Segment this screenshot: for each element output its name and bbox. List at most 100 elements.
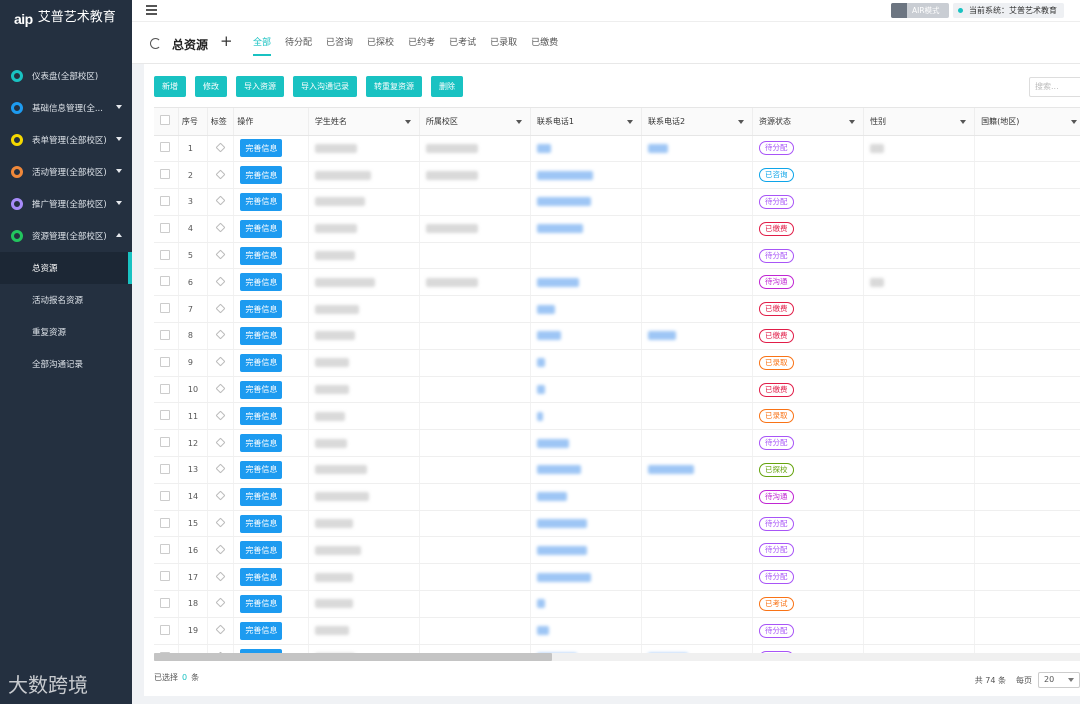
tab-0[interactable]: 全部 [246,22,278,64]
complete-info-button[interactable]: 完善信息 [240,353,283,372]
tag-icon[interactable] [215,169,226,180]
toolbar-button-3[interactable]: 导入沟通记录 [293,76,357,97]
status-badge[interactable]: 已录取 [759,409,794,424]
sidebar-item-4[interactable]: 推广管理(全部校区) [0,188,132,220]
toolbar-button-2[interactable]: 导入资源 [236,76,284,97]
column-header-8[interactable]: 性别 [863,108,976,136]
complete-info-button[interactable]: 完善信息 [240,219,283,238]
tag-icon[interactable] [215,464,226,474]
row-checkbox[interactable] [160,195,170,206]
column-header-0[interactable]: 序号 [178,108,208,136]
scrollbar-thumb[interactable] [154,653,552,661]
row-checkbox[interactable] [160,303,170,314]
status-badge[interactable]: 待分配 [759,436,794,451]
complete-info-button[interactable]: 完善信息 [240,273,283,292]
column-header-6[interactable]: 联系电话2 [641,108,754,136]
complete-info-button[interactable]: 完善信息 [240,407,283,426]
complete-info-button[interactable]: 完善信息 [240,246,283,265]
row-checkbox[interactable] [160,597,170,608]
row-checkbox[interactable] [160,142,170,153]
row-checkbox[interactable] [160,169,170,180]
tab-7[interactable]: 已缴费 [524,22,565,64]
status-badge[interactable]: 待分配 [759,623,794,638]
sidebar-item-2[interactable]: 表单管理(全部校区) [0,124,132,156]
sidebar-subitem-0[interactable]: 总资源 [0,252,132,284]
complete-info-button[interactable]: 完善信息 [240,487,283,506]
status-badge[interactable]: 已缴费 [759,221,794,236]
tab-2[interactable]: 已咨询 [319,22,360,64]
status-badge[interactable]: 待分配 [759,248,794,263]
row-checkbox[interactable] [160,222,170,233]
column-dropdown-icon[interactable] [515,120,522,124]
status-badge[interactable]: 已缴费 [759,302,794,317]
status-badge[interactable]: 已探校 [759,462,794,477]
status-badge[interactable]: 已录取 [759,355,794,370]
complete-info-button[interactable]: 完善信息 [240,139,283,158]
search-input[interactable]: 搜索... [1029,77,1080,97]
sidebar-item-0[interactable]: 仪表盘(全部校区) [0,60,132,92]
status-badge[interactable]: 已考试 [759,596,794,611]
complete-info-button[interactable]: 完善信息 [240,541,283,560]
toolbar-button-1[interactable]: 修改 [195,76,227,97]
tab-4[interactable]: 已约考 [401,22,442,64]
tab-3[interactable]: 已探校 [360,22,401,64]
tag-icon[interactable] [215,544,226,555]
column-header-5[interactable]: 联系电话1 [530,108,642,136]
tab-1[interactable]: 待分配 [278,22,319,64]
column-dropdown-icon[interactable] [738,120,745,124]
tag-icon[interactable] [215,249,226,260]
complete-info-button[interactable]: 完善信息 [240,380,283,399]
tag-icon[interactable] [215,196,226,206]
status-badge[interactable]: 待沟通 [759,275,794,290]
row-checkbox[interactable] [160,437,170,448]
sidebar-item-1[interactable]: 基础信息管理(全... [0,92,132,124]
sidebar-subitem-1[interactable]: 活动报名资源 [0,284,132,316]
toolbar-button-5[interactable]: 删除 [431,76,463,97]
row-checkbox[interactable] [160,624,170,635]
status-badge[interactable]: 待分配 [759,194,794,209]
column-dropdown-icon[interactable] [404,120,411,124]
complete-info-button[interactable]: 完善信息 [240,568,283,587]
status-badge[interactable]: 待分配 [759,141,794,156]
column-header-1[interactable]: 标签 [207,108,235,136]
current-system-chip[interactable]: 当前系统：艾普艺术教育 [953,3,1064,18]
status-badge[interactable]: 待分配 [759,516,794,531]
air-mode-toggle[interactable]: AIR模式 [891,3,949,18]
status-badge[interactable]: 已咨询 [759,168,794,183]
tag-icon[interactable] [215,571,226,582]
tag-icon[interactable] [215,330,226,340]
sidebar-item-5[interactable]: 资源管理(全部校区) [0,220,132,252]
complete-info-button[interactable]: 完善信息 [240,621,283,640]
row-checkbox[interactable] [160,463,170,474]
row-checkbox[interactable] [160,571,170,582]
tag-icon[interactable] [215,624,226,635]
complete-info-button[interactable]: 完善信息 [240,192,283,211]
column-dropdown-icon[interactable] [1071,120,1078,124]
column-dropdown-icon[interactable] [626,120,633,124]
status-badge[interactable]: 已缴费 [759,328,794,343]
select-all-checkbox[interactable] [160,115,170,126]
status-badge[interactable]: 待分配 [759,543,794,558]
complete-info-button[interactable]: 完善信息 [240,434,283,453]
add-tab-icon[interactable]: + [220,32,233,50]
complete-info-button[interactable]: 完善信息 [240,326,283,345]
row-checkbox[interactable] [160,490,170,501]
column-header-9[interactable]: 国籍(地区) [974,108,1080,136]
status-badge[interactable]: 待沟通 [759,489,794,504]
row-checkbox[interactable] [160,249,170,260]
row-checkbox[interactable] [160,329,170,340]
tab-5[interactable]: 已考试 [442,22,483,64]
tag-icon[interactable] [215,517,226,528]
tab-6[interactable]: 已录取 [483,22,524,64]
complete-info-button[interactable]: 完善信息 [240,166,283,185]
sidebar-subitem-3[interactable]: 全部沟通记录 [0,348,132,380]
row-checkbox[interactable] [160,544,170,555]
row-checkbox[interactable] [160,276,170,287]
row-checkbox[interactable] [160,356,170,367]
sidebar-subitem-2[interactable]: 重复资源 [0,316,132,348]
tag-icon[interactable] [215,276,226,287]
tag-icon[interactable] [215,222,226,233]
tag-icon[interactable] [215,490,226,501]
complete-info-button[interactable]: 完善信息 [240,460,283,479]
column-header-3[interactable]: 学生姓名 [308,108,420,136]
